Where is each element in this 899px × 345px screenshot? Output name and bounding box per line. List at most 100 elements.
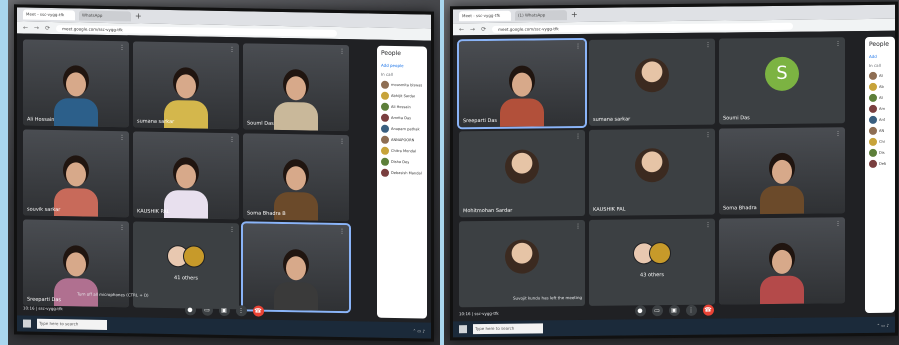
back-icon[interactable]: ← (459, 26, 464, 33)
participant-list-item[interactable]: Ali Hossain (381, 102, 423, 112)
participant-list-item[interactable]: Am (869, 104, 891, 113)
windows-start-icon[interactable] (23, 319, 31, 328)
participant-list-item[interactable]: mousmita biswas (381, 80, 423, 90)
tile-options-icon[interactable]: ⋮ (835, 40, 841, 47)
tile-options-icon[interactable]: ⋮ (119, 224, 125, 231)
video-tile[interactable]: S Soumi Das ⋮ (719, 37, 845, 125)
tile-options-icon[interactable]: ⋮ (705, 42, 711, 49)
camera-icon[interactable]: ▭ (651, 304, 663, 316)
participant-list-item[interactable]: ANNAPOORN (381, 135, 423, 145)
back-icon[interactable]: ← (23, 24, 28, 31)
participant-list-item[interactable]: Dis (869, 148, 891, 157)
video-tile[interactable]: Soma Bhadra ⋮ (719, 127, 845, 215)
tile-options-icon[interactable]: ⋮ (229, 46, 235, 53)
system-tray: ⌃ ▭ ♪ (412, 327, 425, 334)
participant-list-item[interactable]: Chi (869, 137, 891, 146)
present-icon[interactable]: ▣ (218, 304, 230, 316)
mic-icon[interactable]: ● (634, 304, 646, 316)
video-tile[interactable]: 43 others ⋮ (589, 218, 715, 306)
more-icon[interactable]: ⋮ (235, 304, 247, 316)
others-count: 41 others (174, 275, 198, 282)
taskbar-search[interactable]: Type here to search (37, 318, 107, 330)
tile-options-icon[interactable]: ⋮ (575, 43, 581, 50)
participant-list-name: Abhijit Sardar (391, 93, 416, 99)
tile-options-icon[interactable]: ⋮ (835, 130, 841, 137)
video-tile[interactable]: ⋮ (241, 221, 351, 314)
video-grid: Sreeparti Das ⋮ sumana sarkar ⋮ S Soumi Das ⋮ M… (457, 37, 845, 308)
tile-options-icon[interactable]: ⋮ (229, 226, 235, 233)
end-call-icon[interactable]: ☎ (702, 304, 714, 316)
tile-options-icon[interactable]: ⋮ (339, 228, 345, 235)
video-tile[interactable]: KAUSHIK PAL ⋮ (589, 128, 715, 216)
tile-options-icon[interactable]: ⋮ (835, 220, 841, 227)
reload-icon[interactable]: ⟳ (45, 24, 50, 31)
new-tab-icon[interactable]: + (571, 10, 578, 20)
participant-list-item[interactable]: Ali (869, 71, 891, 80)
avatar (635, 148, 669, 183)
avatar (869, 93, 877, 102)
video-tile[interactable]: Souml Das ⋮ (243, 43, 349, 132)
participant-list-name: Chitra Mondal (391, 148, 417, 154)
video-tile[interactable]: Soma Bhadra B ⋮ (243, 133, 349, 222)
url-field[interactable]: meet.google.com/ssc-vygg-tfk (492, 22, 794, 33)
participant-list-item[interactable]: Deb (869, 159, 891, 168)
video-tile[interactable]: Ali Hossain ⋮ (23, 39, 129, 128)
camera-icon[interactable]: ▭ (201, 304, 213, 316)
participant-list-item[interactable]: Amrita Das (381, 113, 423, 123)
video-tile[interactable]: Sreeparti Das ⋮ (457, 37, 587, 130)
participant-list-item[interactable]: Debasish Mandal (381, 168, 423, 178)
meet-area: Sreeparti Das ⋮ sumana sarkar ⋮ S Soumi Das ⋮ M… (453, 30, 895, 322)
participant-list-item[interactable]: Ant (869, 115, 891, 124)
tab-meet[interactable]: Meet - ssc-vygg-tfk (23, 9, 75, 21)
video-tile[interactable]: sumana sarkar ⋮ (589, 38, 715, 126)
participant-name: Mohitmohan Sardar (463, 207, 513, 215)
end-call-icon[interactable]: ☎ (252, 304, 264, 317)
mic-icon[interactable]: ● (184, 303, 196, 316)
participant-list-item[interactable]: Anupam pathak (381, 124, 423, 134)
video-tile[interactable]: souvik sarkar ⋮ (23, 129, 129, 218)
tile-options-icon[interactable]: ⋮ (339, 48, 345, 55)
video-tile[interactable]: KAUSHIK PAL ⋮ (133, 131, 239, 220)
video-tile[interactable]: ⋮ (719, 217, 845, 305)
laptop-screen: Meet - ssc-vygg-tfk WhatsApp + ← → ⟳ mee… (14, 4, 434, 342)
participant-list-name: AN (879, 128, 885, 133)
tab-whatsapp[interactable]: WhatsApp (79, 10, 131, 22)
avatar (381, 146, 389, 155)
avatar (381, 168, 389, 177)
tile-options-icon[interactable]: ⋮ (705, 132, 711, 139)
video-tile[interactable]: Mohitmohan Sardar ⋮ (459, 129, 585, 218)
participant-list-item[interactable]: Abhijit Sardar (381, 91, 423, 101)
tile-options-icon[interactable]: ⋮ (119, 134, 125, 141)
participant-list-item[interactable]: AN (869, 126, 891, 135)
tile-options-icon[interactable]: ⋮ (229, 136, 235, 143)
taskbar-search[interactable]: Type here to search (473, 323, 543, 335)
tile-options-icon[interactable]: ⋮ (339, 138, 345, 145)
tile-options-icon[interactable]: ⋮ (575, 223, 581, 230)
participant-name: Souml Das (247, 120, 274, 127)
participant-video (54, 156, 98, 217)
system-tray: ⌃ ▭ ♪ (876, 322, 889, 328)
video-tile[interactable]: sumana sarkar ⋮ (133, 41, 239, 130)
avatar (381, 124, 389, 133)
forward-icon[interactable]: → (34, 24, 39, 31)
participant-list-item[interactable]: Disha Dey (381, 157, 423, 167)
tile-options-icon[interactable]: ⋮ (705, 222, 711, 229)
add-people-button[interactable]: Add people (381, 63, 423, 69)
new-tab-icon[interactable]: + (135, 11, 142, 21)
tab-whatsapp[interactable]: (1) WhatsApp (515, 10, 567, 21)
participant-list-item[interactable]: Ali (869, 93, 891, 102)
add-people-button[interactable]: Add (869, 54, 891, 59)
tile-options-icon[interactable]: ⋮ (575, 133, 581, 140)
present-icon[interactable]: ▣ (668, 304, 680, 316)
others-avatars (167, 245, 205, 269)
participant-list-item[interactable]: Chitra Mondal (381, 146, 423, 156)
tile-options-icon[interactable]: ⋮ (119, 44, 125, 51)
forward-icon[interactable]: → (470, 26, 475, 33)
participant-name: Sreeparti Das (463, 117, 498, 125)
more-icon[interactable]: ⋮ (685, 304, 697, 316)
reload-icon[interactable]: ⟳ (481, 25, 486, 32)
tab-meet[interactable]: Meet - ssc-vygg-tfk (459, 10, 511, 22)
participant-list-name: Amrita Das (391, 115, 412, 121)
windows-start-icon[interactable] (459, 325, 467, 334)
participant-list-item[interactable]: Ab (869, 82, 891, 91)
